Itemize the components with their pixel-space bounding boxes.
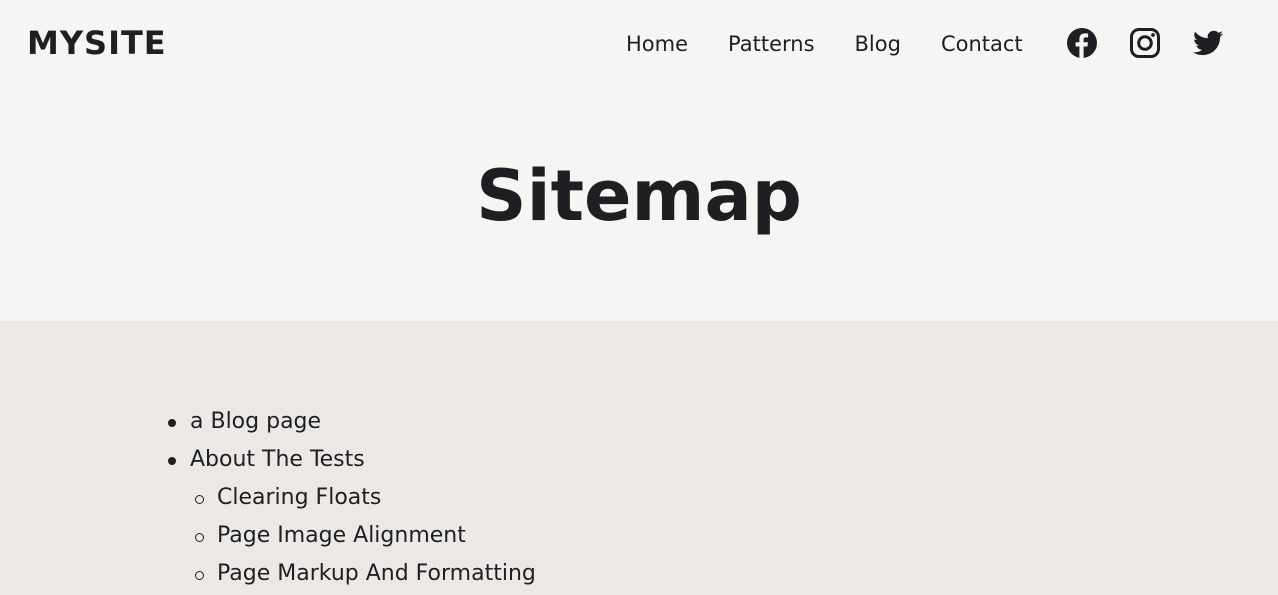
facebook-icon[interactable] <box>1066 27 1098 59</box>
bullet-icon <box>168 419 176 427</box>
circle-bullet-icon <box>195 495 204 504</box>
sitemap-link-blog-page[interactable]: a Blog page <box>190 409 321 434</box>
site-logo[interactable]: MYSITE <box>27 24 167 62</box>
sitemap-subitem: Clearing Floats <box>190 479 536 517</box>
instagram-icon[interactable] <box>1129 27 1161 59</box>
social-links <box>1066 27 1224 59</box>
sitemap-link-page-image-alignment[interactable]: Page Image Alignment <box>217 523 466 548</box>
sitemap-item: About The Tests <box>168 441 536 479</box>
main-nav: Home Patterns Blog Contact <box>626 30 1023 58</box>
page-title: Sitemap <box>476 155 802 237</box>
nav-blog[interactable]: Blog <box>855 30 901 58</box>
nav-patterns[interactable]: Patterns <box>728 30 815 58</box>
nav-home[interactable]: Home <box>626 30 688 58</box>
nav-contact[interactable]: Contact <box>941 30 1023 58</box>
sitemap-link-clearing-floats[interactable]: Clearing Floats <box>217 485 381 510</box>
content-area: a Blog page About The Tests Clearing Flo… <box>0 321 1278 595</box>
sitemap-link-page-markup-and-formatting[interactable]: Page Markup And Formatting <box>217 561 536 586</box>
sitemap-list: a Blog page About The Tests Clearing Flo… <box>168 403 536 593</box>
twitter-icon[interactable] <box>1192 27 1224 59</box>
site-header: MYSITE Home Patterns Blog Contact <box>0 0 1278 86</box>
bullet-icon <box>168 457 176 465</box>
sitemap-link-about-the-tests[interactable]: About The Tests <box>190 447 365 472</box>
sitemap-subitem: Page Markup And Formatting <box>190 555 536 593</box>
sitemap-subitem: Page Image Alignment <box>190 517 536 555</box>
sitemap-item: a Blog page <box>168 403 536 441</box>
circle-bullet-icon <box>195 533 204 542</box>
circle-bullet-icon <box>195 571 204 580</box>
page-header-area: MYSITE Home Patterns Blog Contact Sitema… <box>0 0 1278 321</box>
